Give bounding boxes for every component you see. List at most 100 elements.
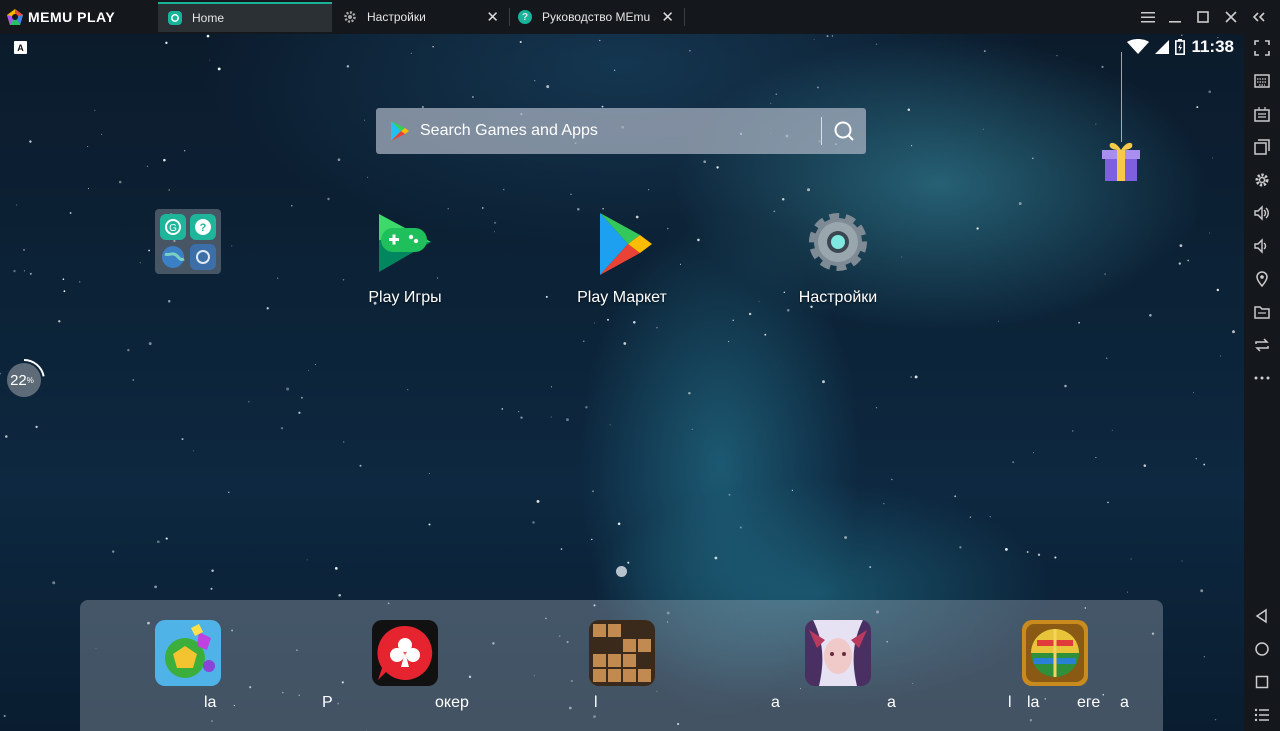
- close-window-icon[interactable]: [1216, 0, 1246, 34]
- star: [536, 499, 540, 503]
- star: [1203, 656, 1206, 658]
- star: [959, 546, 962, 549]
- dock-app-wood-block[interactable]: [589, 620, 655, 686]
- star: [494, 221, 497, 224]
- page-indicator[interactable]: [616, 566, 627, 577]
- home-icon[interactable]: [1252, 639, 1272, 659]
- app-play-market[interactable]: Play Маркет: [562, 210, 682, 307]
- star: [822, 380, 825, 384]
- brand-text: MEMU PLAY: [28, 9, 116, 25]
- star: [58, 320, 61, 323]
- star: [914, 375, 918, 379]
- tab-label: Руководство MEmu: [542, 10, 651, 24]
- sync-icon[interactable]: [1252, 335, 1272, 355]
- star: [87, 188, 90, 190]
- app-folder[interactable]: G ?: [155, 209, 221, 274]
- help-app-icon: ?: [190, 214, 216, 240]
- search-bar[interactable]: Search Games and Apps: [376, 108, 866, 154]
- collapse-sidebar-icon[interactable]: [1244, 0, 1274, 34]
- star: [607, 318, 609, 321]
- tab-guide[interactable]: ? Руководство MEmu ✕: [508, 2, 682, 32]
- title-bar: MEMU PLAY Home Настройки ✕ ? Руководство…: [0, 0, 1280, 34]
- star: [585, 406, 588, 409]
- search-icon[interactable]: [822, 108, 866, 154]
- minimize-icon[interactable]: [1160, 0, 1190, 34]
- close-icon[interactable]: ✕: [486, 8, 499, 26]
- star: [410, 52, 412, 54]
- keyboard-icon[interactable]: [1252, 71, 1272, 91]
- star: [346, 65, 350, 68]
- screenshot-icon[interactable]: [1252, 104, 1272, 124]
- star: [826, 35, 829, 38]
- dock-label: l: [1008, 694, 1012, 711]
- gear-icon: [343, 10, 357, 24]
- tab-settings[interactable]: Настройки ✕: [333, 2, 507, 32]
- star: [1071, 430, 1074, 432]
- close-icon[interactable]: ✕: [661, 8, 674, 26]
- dock-app-jewels[interactable]: [155, 620, 221, 686]
- star: [1220, 355, 1221, 357]
- multi-window-icon[interactable]: [1252, 137, 1272, 157]
- progress-value: 22%: [4, 358, 40, 402]
- app-label: Настройки: [798, 289, 878, 306]
- app-settings[interactable]: Настройки: [778, 210, 898, 307]
- star: [613, 69, 616, 72]
- search-input[interactable]: Search Games and Apps: [420, 122, 821, 140]
- tab-home[interactable]: Home: [158, 2, 332, 32]
- star: [875, 407, 877, 409]
- star: [954, 495, 957, 498]
- dock-app-jewel-temple[interactable]: [1022, 620, 1088, 686]
- wood-block-icon: [589, 620, 655, 686]
- dock-app-hero[interactable]: [805, 620, 871, 686]
- volume-down-icon[interactable]: [1252, 236, 1272, 256]
- star: [1107, 501, 1109, 504]
- star: [163, 158, 166, 162]
- star: [148, 249, 150, 252]
- star: [869, 566, 872, 569]
- location-icon[interactable]: [1252, 269, 1272, 289]
- star: [407, 389, 409, 391]
- star: [94, 109, 96, 111]
- star: [280, 427, 284, 430]
- star: [907, 108, 911, 111]
- star: [5, 435, 8, 438]
- star: [688, 392, 691, 395]
- dock: la P окер l a a l la еге a: [80, 600, 1163, 731]
- star: [1095, 456, 1097, 459]
- settings-icon[interactable]: [1252, 170, 1272, 190]
- tab-divider: [684, 8, 685, 26]
- star: [764, 333, 767, 336]
- dock-app-poker[interactable]: [372, 620, 438, 686]
- star: [337, 158, 341, 162]
- star: [146, 165, 149, 168]
- back-icon[interactable]: [1252, 606, 1272, 626]
- app-play-games[interactable]: Play Игры: [345, 210, 465, 307]
- star: [791, 489, 794, 492]
- menu-list-icon[interactable]: [1252, 705, 1272, 725]
- volume-up-icon[interactable]: [1252, 203, 1272, 223]
- star: [807, 188, 810, 192]
- folder-icon[interactable]: [1252, 302, 1272, 322]
- progress-number: 22: [10, 371, 27, 389]
- menu-icon[interactable]: [1133, 0, 1163, 34]
- star: [633, 321, 636, 324]
- star: [910, 376, 912, 378]
- star: [367, 176, 369, 178]
- star: [1187, 259, 1190, 262]
- recents-icon[interactable]: [1252, 672, 1272, 692]
- star: [111, 550, 115, 553]
- star: [314, 364, 316, 365]
- fullscreen-icon[interactable]: [1252, 38, 1272, 58]
- star: [298, 411, 301, 414]
- star: [517, 410, 520, 413]
- star: [816, 86, 819, 89]
- star: [891, 478, 893, 481]
- more-icon[interactable]: [1252, 368, 1272, 388]
- star: [570, 193, 572, 195]
- gift-icon[interactable]: [1100, 138, 1142, 182]
- star: [1032, 157, 1034, 160]
- star: [334, 567, 338, 570]
- home-tab-icon: [168, 11, 182, 25]
- star: [35, 425, 38, 429]
- maximize-icon[interactable]: [1188, 0, 1218, 34]
